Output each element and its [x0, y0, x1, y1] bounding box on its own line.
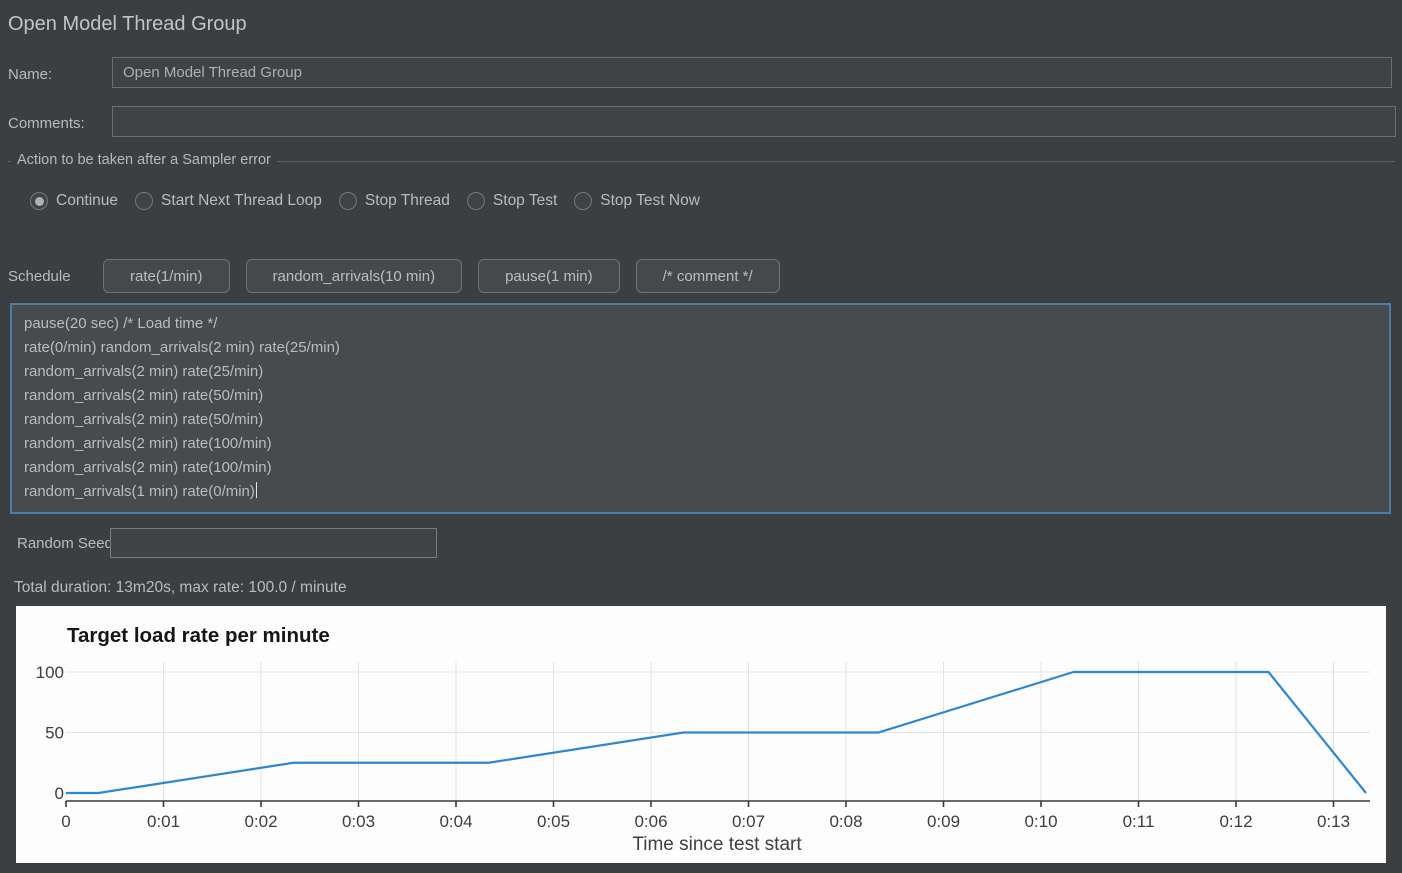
schedule-line: random_arrivals(2 min) rate(50/min) [24, 408, 1377, 432]
radio-continue[interactable]: Continue [30, 192, 118, 210]
x-tick-label: 0:12 [1219, 812, 1252, 831]
chart-x-axis-label: Time since test start [632, 834, 802, 855]
schedule-label: Schedule [8, 268, 71, 285]
x-tick-label: 0:09 [927, 812, 960, 831]
sampler-error-group-border: Action to be taken after a Sampler error [8, 161, 1395, 162]
schedule-line: random_arrivals(2 min) rate(25/min) [24, 360, 1377, 384]
chart-title: Target load rate per minute [67, 624, 330, 647]
x-tick-label: 0 [61, 812, 70, 831]
random-seed-label: Random Seed [17, 535, 113, 552]
radio-stop-thread[interactable]: Stop Thread [339, 192, 450, 210]
load-rate-chart: 0 0:01 0:02 0:03 0:04 0:05 0:06 0:07 0:08 0:09 0:1… [16, 606, 1386, 863]
y-tick-label: 100 [36, 663, 64, 682]
x-tick-label: 0:04 [439, 812, 472, 831]
radio-button-icon [30, 192, 48, 210]
radio-start-next-thread-loop[interactable]: Start Next Thread Loop [135, 192, 322, 210]
snippet-button-comment[interactable]: /* comment */ [636, 259, 780, 293]
schedule-line: random_arrivals(2 min) rate(100/min) [24, 432, 1377, 456]
x-tick-label: 0:07 [732, 812, 765, 831]
x-tick-label: 0:11 [1123, 812, 1155, 831]
text-caret [256, 482, 258, 498]
x-tick-label: 0:06 [634, 812, 667, 831]
x-tick-label: 0:03 [342, 812, 375, 831]
schedule-line: random_arrivals(2 min) rate(100/min) [24, 456, 1377, 480]
sampler-error-group-title: Action to be taken after a Sampler error [11, 152, 277, 168]
comments-label: Comments: [8, 115, 85, 132]
name-label: Name: [8, 66, 52, 83]
x-tick-label: 0:02 [244, 812, 277, 831]
radio-button-icon [467, 192, 485, 210]
schedule-snippet-buttons: rate(1/min) random_arrivals(10 min) paus… [103, 259, 780, 293]
radio-stop-test[interactable]: Stop Test [467, 192, 557, 210]
x-tick-label: 0:01 [147, 812, 180, 831]
radio-button-icon [574, 192, 592, 210]
chart-panel: 0 0:01 0:02 0:03 0:04 0:05 0:06 0:07 0:08 0:09 0:1… [16, 606, 1386, 863]
x-tick-label: 0:08 [829, 812, 862, 831]
schedule-line: rate(0/min) random_arrivals(2 min) rate(… [24, 336, 1377, 360]
radio-button-icon [339, 192, 357, 210]
x-tick-label: 0:13 [1317, 812, 1350, 831]
radio-button-icon [135, 192, 153, 210]
schedule-line: random_arrivals(2 min) rate(50/min) [24, 384, 1377, 408]
x-tick-label: 0:10 [1024, 812, 1057, 831]
schedule-line: pause(20 sec) /* Load time */ [24, 312, 1377, 336]
random-seed-input[interactable] [110, 528, 437, 558]
snippet-button-pause[interactable]: pause(1 min) [478, 259, 620, 293]
radio-stop-test-now[interactable]: Stop Test Now [574, 192, 700, 210]
page-title: Open Model Thread Group [8, 13, 247, 36]
schedule-line: random_arrivals(1 min) rate(0/min) [24, 480, 1377, 504]
x-tick-label: 0:05 [537, 812, 570, 831]
y-tick-label: 0 [55, 784, 64, 803]
snippet-button-rate[interactable]: rate(1/min) [103, 259, 230, 293]
duration-summary: Total duration: 13m20s, max rate: 100.0 … [14, 579, 347, 597]
sampler-error-options: Continue Start Next Thread Loop Stop Thr… [30, 192, 700, 210]
schedule-editor[interactable]: pause(20 sec) /* Load time */rate(0/min)… [10, 303, 1391, 514]
snippet-button-random-arrivals[interactable]: random_arrivals(10 min) [246, 259, 463, 293]
y-tick-label: 50 [45, 724, 64, 743]
name-input[interactable] [112, 57, 1392, 88]
comments-input[interactable] [112, 106, 1396, 137]
